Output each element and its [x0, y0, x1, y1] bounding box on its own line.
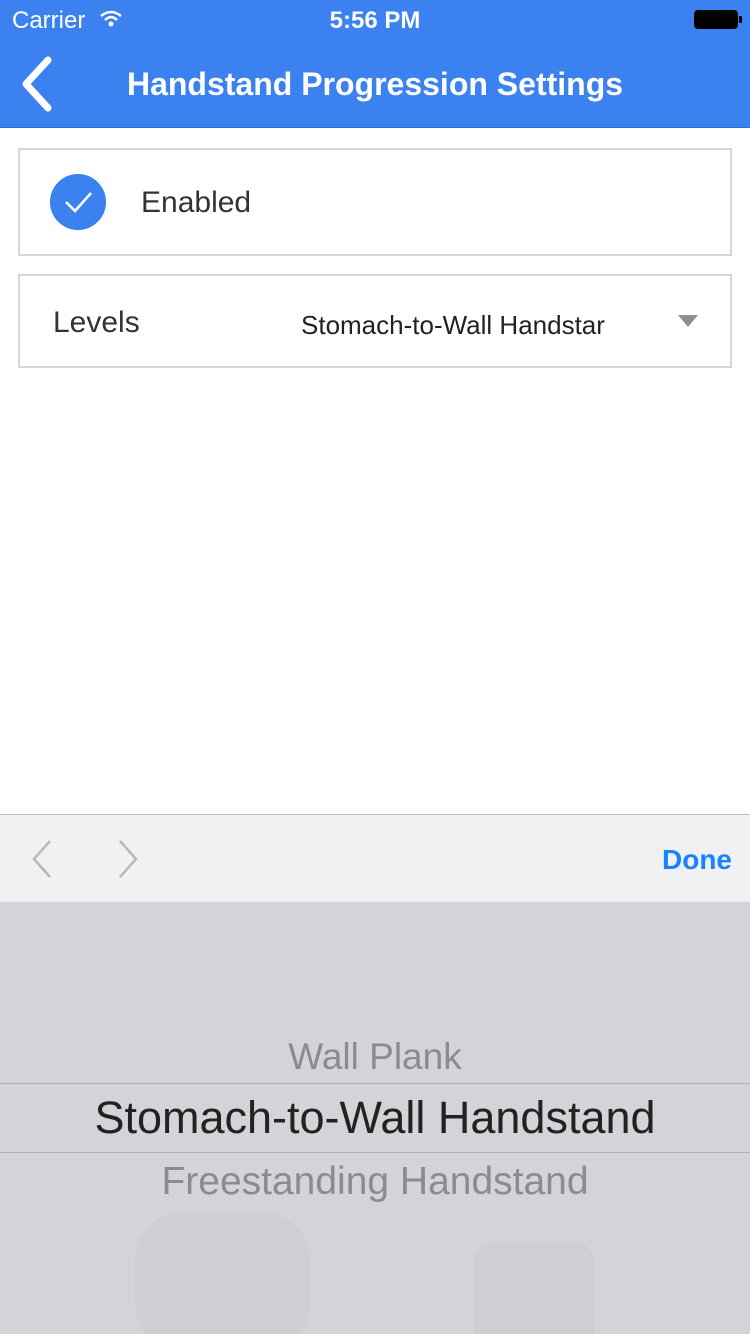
- enabled-label: Enabled: [141, 186, 252, 219]
- picker-option-selected[interactable]: Stomach-to-Wall Handstand: [0, 1092, 750, 1144]
- page-title: Handstand Progression Settings: [126, 66, 624, 102]
- level-picker-wheel[interactable]: Wall Plank Stomach-to-Wall Handstand Fre…: [0, 902, 750, 1334]
- picker-selection-top-line: [0, 1083, 750, 1084]
- status-time: 5:56 PM: [329, 7, 421, 34]
- levels-selected-value[interactable]: Stomach-to-Wall Handstar: [301, 310, 641, 341]
- checkmark-icon[interactable]: [50, 174, 106, 230]
- levels-dropdown[interactable]: Levels Stomach-to-Wall Handstar: [18, 274, 732, 368]
- picker-background-shape: [474, 1242, 594, 1334]
- next-field-button[interactable]: [112, 837, 142, 881]
- picker-selection-bottom-line: [0, 1152, 750, 1153]
- status-bar: Carrier 5:56 PM: [0, 0, 750, 40]
- navigation-bar: Handstand Progression Settings: [0, 40, 750, 128]
- levels-label: Levels: [53, 306, 140, 339]
- picker-background-shape: [135, 1212, 310, 1334]
- previous-field-button[interactable]: [28, 837, 58, 881]
- caret-down-icon[interactable]: [678, 315, 698, 327]
- picker-option[interactable]: Freestanding Handstand: [0, 1160, 750, 1204]
- picker-option[interactable]: Wall Plank: [0, 1036, 750, 1078]
- keyboard-toolbar: Done: [0, 814, 750, 902]
- enabled-toggle[interactable]: Enabled: [18, 148, 732, 256]
- chevron-left-icon: [32, 840, 51, 878]
- battery-icon: [694, 10, 742, 29]
- done-button[interactable]: Done: [662, 844, 732, 876]
- chevron-right-icon: [119, 840, 138, 878]
- app-header: Carrier 5:56 PM Handstand Progression Se…: [0, 0, 750, 128]
